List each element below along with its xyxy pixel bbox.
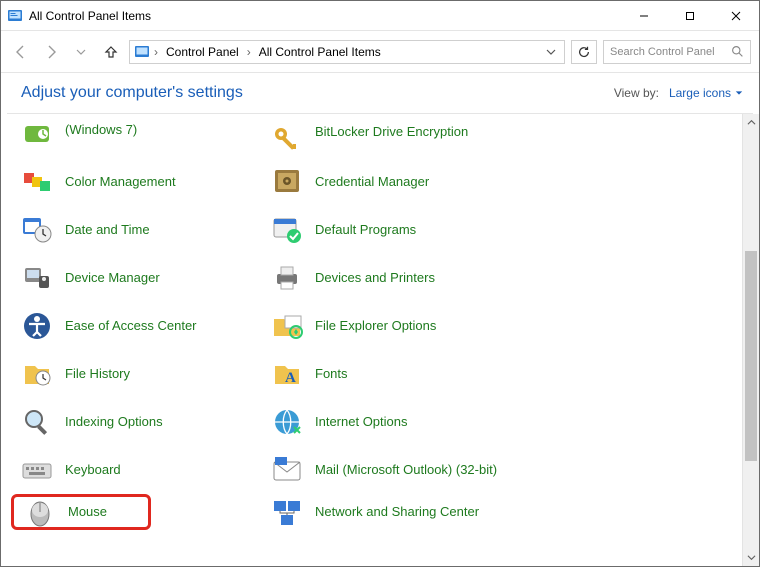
cp-item-devices-printers[interactable]: Devices and Printers <box>271 254 531 302</box>
cp-item-label: File Explorer Options <box>315 318 436 334</box>
titlebar: All Control Panel Items <box>1 1 759 31</box>
window-title: All Control Panel Items <box>29 9 151 23</box>
cp-item-mail[interactable]: Mail (Microsoft Outlook) (32-bit) <box>271 446 531 494</box>
recent-locations-button[interactable] <box>69 40 93 64</box>
minimize-button[interactable] <box>621 1 667 31</box>
clock-icon <box>21 214 53 246</box>
cp-item-windows7[interactable]: (Windows 7) <box>21 122 271 158</box>
window-controls <box>621 1 759 31</box>
viewby-dropdown[interactable]: Large icons <box>669 86 743 100</box>
key-icon <box>271 124 303 156</box>
cp-item-file-history[interactable]: File History <box>21 350 271 398</box>
cp-item-internet-options[interactable]: Internet Options <box>271 398 531 446</box>
cp-item-file-explorer-options[interactable]: File Explorer Options <box>271 302 531 350</box>
search-box[interactable]: Search Control Panel <box>603 40 751 64</box>
vertical-scrollbar[interactable] <box>742 114 759 566</box>
cp-item-label: Mail (Microsoft Outlook) (32-bit) <box>315 462 497 478</box>
window: All Control Panel Items › Control Panel … <box>0 0 760 567</box>
folder-options-icon <box>271 310 303 342</box>
page-title: Adjust your computer's settings <box>21 84 243 102</box>
titlebar-left: All Control Panel Items <box>7 8 151 24</box>
mouse-icon <box>24 496 56 528</box>
backup-icon <box>21 118 53 150</box>
color-icon <box>21 166 53 198</box>
indexing-icon <box>21 406 53 438</box>
cp-item-label: Network and Sharing Center <box>315 504 479 520</box>
defaults-icon <box>271 214 303 246</box>
scroll-up-button[interactable] <box>743 114 759 131</box>
cp-item-label: Mouse <box>68 504 107 520</box>
cp-item-default-programs[interactable]: Default Programs <box>271 206 531 254</box>
chevron-down-icon <box>735 89 743 97</box>
cp-item-device-manager[interactable]: Device Manager <box>21 254 271 302</box>
up-button[interactable] <box>99 40 123 64</box>
back-button[interactable] <box>9 40 33 64</box>
viewby-value: Large icons <box>669 86 731 100</box>
content-area: (Windows 7) BitLocker Drive Encryption <box>1 114 759 566</box>
close-button[interactable] <box>713 1 759 31</box>
address-bar[interactable]: › Control Panel › All Control Panel Item… <box>129 40 565 64</box>
breadcrumb-part[interactable]: Control Panel <box>162 45 243 59</box>
cp-item-label: Keyboard <box>65 462 121 478</box>
cp-item-ease-of-access[interactable]: Ease of Access Center <box>21 302 271 350</box>
cp-item-label: (Windows 7) <box>65 122 137 138</box>
chevron-right-icon[interactable]: › <box>247 45 251 59</box>
device-manager-icon <box>21 262 53 294</box>
accessibility-icon <box>21 310 53 342</box>
control-panel-icon <box>134 44 150 60</box>
cp-item-label: Credential Manager <box>315 174 429 190</box>
viewby-label: View by: <box>614 86 659 100</box>
cp-item-label: Internet Options <box>315 414 408 430</box>
cp-item-label: Devices and Printers <box>315 270 435 286</box>
cp-item-mouse[interactable]: Mouse <box>11 494 151 530</box>
cp-item-fonts[interactable]: A Fonts <box>271 350 531 398</box>
cp-item-label: Indexing Options <box>65 414 163 430</box>
svg-text:A: A <box>285 370 296 386</box>
cp-item-label: Ease of Access Center <box>65 318 197 334</box>
item-grid: (Windows 7) BitLocker Drive Encryption <box>1 114 742 566</box>
cp-item-credential-manager[interactable]: Credential Manager <box>271 158 531 206</box>
control-panel-icon <box>7 8 23 24</box>
cp-item-indexing-options[interactable]: Indexing Options <box>21 398 271 446</box>
cp-item-label: Default Programs <box>315 222 416 238</box>
breadcrumb-part[interactable]: All Control Panel Items <box>255 45 385 59</box>
cp-item-bitlocker[interactable]: BitLocker Drive Encryption <box>271 122 531 158</box>
globe-icon <box>271 406 303 438</box>
printer-icon <box>271 262 303 294</box>
chevron-right-icon[interactable]: › <box>154 45 158 59</box>
cp-item-label: BitLocker Drive Encryption <box>315 124 468 140</box>
subheader: Adjust your computer's settings View by:… <box>1 73 759 113</box>
fonts-icon: A <box>271 358 303 390</box>
scroll-down-button[interactable] <box>743 549 759 566</box>
cp-item-date-time[interactable]: Date and Time <box>21 206 271 254</box>
search-icon <box>731 45 744 58</box>
mail-icon <box>271 454 303 486</box>
toolbar: › Control Panel › All Control Panel Item… <box>1 31 759 73</box>
refresh-button[interactable] <box>571 40 597 64</box>
file-history-icon <box>21 358 53 390</box>
cp-item-label: Device Manager <box>65 270 160 286</box>
address-dropdown-button[interactable] <box>542 42 560 62</box>
safe-icon <box>271 166 303 198</box>
network-icon <box>271 496 303 528</box>
scrollbar-thumb[interactable] <box>745 251 757 461</box>
scrollbar-track[interactable] <box>743 131 759 549</box>
cp-item-color-management[interactable]: Color Management <box>21 158 271 206</box>
viewby-control: View by: Large icons <box>614 86 743 100</box>
cp-item-label: Date and Time <box>65 222 150 238</box>
cp-item-label: Color Management <box>65 174 176 190</box>
cp-item-keyboard[interactable]: Keyboard <box>21 446 271 494</box>
keyboard-icon <box>21 454 53 486</box>
maximize-button[interactable] <box>667 1 713 31</box>
cp-item-label: File History <box>65 366 130 382</box>
search-placeholder: Search Control Panel <box>610 46 731 58</box>
forward-button[interactable] <box>39 40 63 64</box>
cp-item-network-sharing[interactable]: Network and Sharing Center <box>271 494 531 530</box>
cp-item-label: Fonts <box>315 366 348 382</box>
